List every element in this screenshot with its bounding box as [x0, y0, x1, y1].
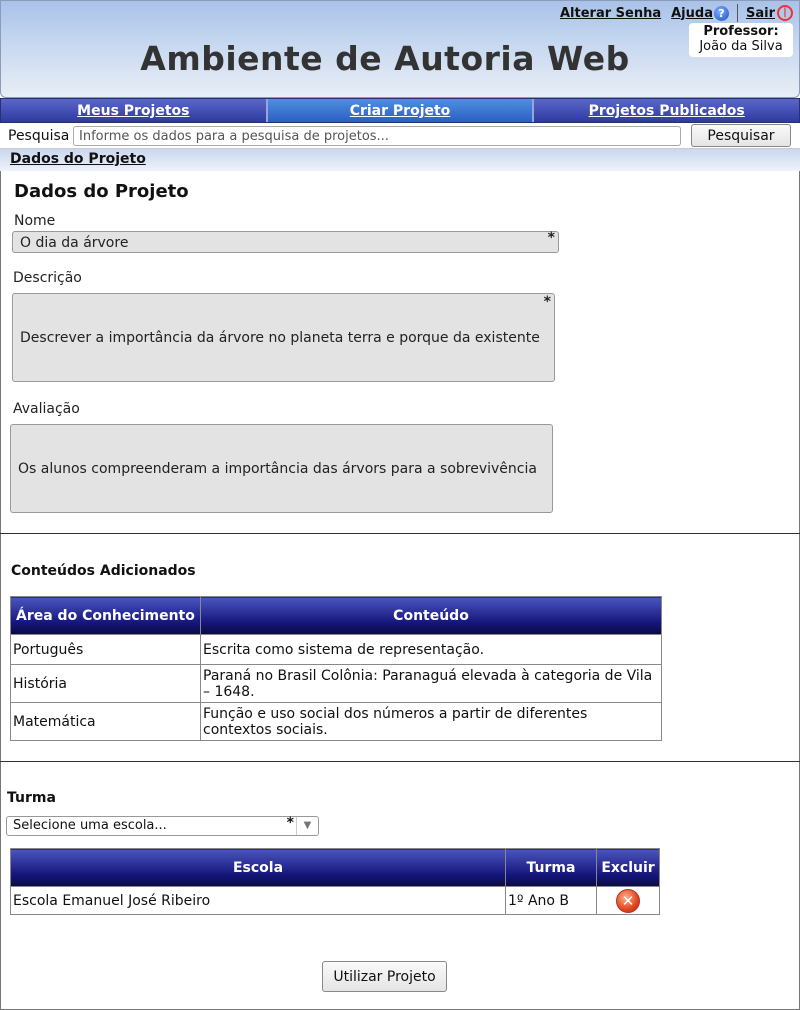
contents-title: Conteúdos Adicionados: [11, 563, 196, 579]
table-row: Português Escrita como sistema de repres…: [10, 634, 662, 665]
page-title: Dados do Projeto: [14, 181, 189, 202]
col-escola: Escola: [10, 848, 506, 887]
cell-area: Matemática: [10, 702, 201, 741]
school-select-value: Selecione uma escola...: [13, 818, 167, 833]
contents-table: Área do Conhecimento Conteúdo Português …: [10, 596, 662, 741]
app-header: Alterar Senha Ajuda ? Sair | Professor: …: [0, 0, 800, 98]
search-bar: Pesquisa Pesquisar: [0, 123, 800, 149]
cell-excluir: ✕: [596, 886, 660, 915]
description-field[interactable]: Descrever a importância da árvore no pla…: [12, 293, 555, 382]
help-icon[interactable]: ?: [713, 5, 729, 21]
app-title: Ambiente de Autoria Web: [140, 39, 630, 78]
col-area: Área do Conhecimento: [10, 596, 201, 635]
nav-meus-projetos[interactable]: Meus Projetos: [1, 99, 268, 122]
col-content: Conteúdo: [200, 596, 662, 635]
search-button[interactable]: Pesquisar: [691, 124, 791, 147]
section-header: Dados do Projeto: [0, 149, 800, 171]
evaluation-label: Avaliação: [13, 401, 80, 417]
search-input[interactable]: [73, 126, 681, 146]
nav-projetos-publicados[interactable]: Projetos Publicados: [534, 99, 799, 122]
name-field[interactable]: O dia da árvore *: [12, 230, 559, 253]
evaluation-field[interactable]: Os alunos compreenderam a importância da…: [10, 424, 553, 513]
logout-link[interactable]: Sair: [746, 6, 775, 21]
chevron-down-icon[interactable]: ▼: [296, 817, 318, 835]
divider: [0, 533, 800, 534]
cell-turma: 1º Ano B: [505, 886, 597, 915]
table-header-row: Escola Turma Excluir: [10, 848, 660, 887]
cell-area: Português: [10, 634, 201, 665]
required-marker: *: [286, 815, 294, 831]
required-marker: *: [547, 230, 555, 246]
col-turma: Turma: [505, 848, 597, 887]
cell-escola: Escola Emanuel José Ribeiro: [10, 886, 506, 915]
turma-table: Escola Turma Excluir Escola Emanuel José…: [10, 848, 660, 915]
description-label: Descrição: [13, 270, 82, 286]
table-row: Escola Emanuel José Ribeiro 1º Ano B ✕: [10, 886, 660, 915]
turma-title: Turma: [7, 790, 56, 806]
required-marker: *: [543, 294, 551, 310]
cell-area: História: [10, 664, 201, 703]
col-excluir: Excluir: [596, 848, 660, 887]
breadcrumb[interactable]: Dados do Projeto: [10, 151, 146, 167]
use-project-button[interactable]: Utilizar Projeto: [322, 961, 447, 992]
cell-content: Escrita como sistema de representação.: [200, 634, 662, 665]
search-label: Pesquisa: [8, 128, 70, 144]
cell-content: Paraná no Brasil Colônia: Paranaguá elev…: [200, 664, 662, 703]
top-links: Alterar Senha Ajuda ? Sair |: [560, 4, 793, 22]
table-header-row: Área do Conhecimento Conteúdo: [10, 596, 662, 635]
description-value: Descrever a importância da árvore no pla…: [20, 330, 540, 346]
cell-content: Função e uso social dos números a partir…: [200, 702, 662, 741]
main-nav: Meus Projetos Criar Projeto Projetos Pub…: [0, 98, 800, 123]
divider: [736, 4, 738, 22]
change-password-link[interactable]: Alterar Senha: [560, 6, 661, 21]
table-row: História Paraná no Brasil Colônia: Paran…: [10, 664, 662, 703]
professor-label: Professor:: [703, 24, 779, 39]
delete-icon[interactable]: ✕: [616, 888, 640, 913]
help-link[interactable]: Ajuda: [671, 6, 713, 21]
nav-criar-projeto[interactable]: Criar Projeto: [267, 99, 535, 122]
evaluation-value: Os alunos compreenderam a importância da…: [18, 461, 537, 477]
table-row: Matemática Função e uso social dos númer…: [10, 702, 662, 741]
school-select[interactable]: Selecione uma escola... * ▼: [6, 815, 319, 836]
name-value: O dia da árvore: [20, 235, 129, 251]
power-icon[interactable]: |: [777, 5, 793, 21]
name-label: Nome: [14, 213, 56, 229]
divider: [0, 761, 800, 762]
